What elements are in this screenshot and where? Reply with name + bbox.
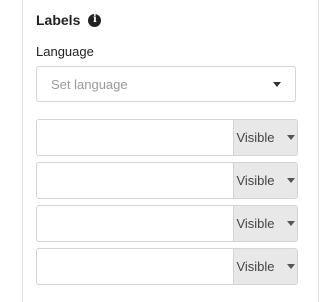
- chevron-down-icon: [286, 264, 295, 269]
- label-input[interactable]: [37, 163, 233, 198]
- label-input[interactable]: [37, 120, 233, 155]
- visibility-label: Visible: [236, 216, 275, 231]
- section-title: Labels: [36, 12, 81, 28]
- language-select[interactable]: Set language: [36, 66, 296, 102]
- chevron-down-icon: [286, 178, 295, 183]
- language-placeholder: Set language: [51, 76, 128, 92]
- visibility-dropdown[interactable]: Visible: [233, 120, 297, 155]
- chevron-down-icon: [286, 135, 295, 140]
- chevron-down-icon: [286, 221, 295, 226]
- label-row: Visible: [36, 162, 298, 199]
- visibility-label: Visible: [236, 173, 275, 188]
- visibility-label: Visible: [236, 130, 275, 145]
- label-input[interactable]: [37, 206, 233, 241]
- visibility-dropdown[interactable]: Visible: [233, 163, 297, 198]
- language-label: Language: [36, 44, 94, 59]
- visibility-dropdown[interactable]: Visible: [233, 206, 297, 241]
- chevron-down-icon: [273, 81, 281, 87]
- visibility-dropdown[interactable]: Visible: [233, 249, 297, 284]
- visibility-label: Visible: [236, 259, 275, 274]
- label-row: Visible: [36, 248, 298, 285]
- label-row: Visible: [36, 205, 298, 242]
- label-row: Visible: [36, 119, 298, 156]
- info-icon[interactable]: i: [88, 13, 102, 27]
- section-header: Labels i: [36, 10, 102, 30]
- label-input[interactable]: [37, 249, 233, 284]
